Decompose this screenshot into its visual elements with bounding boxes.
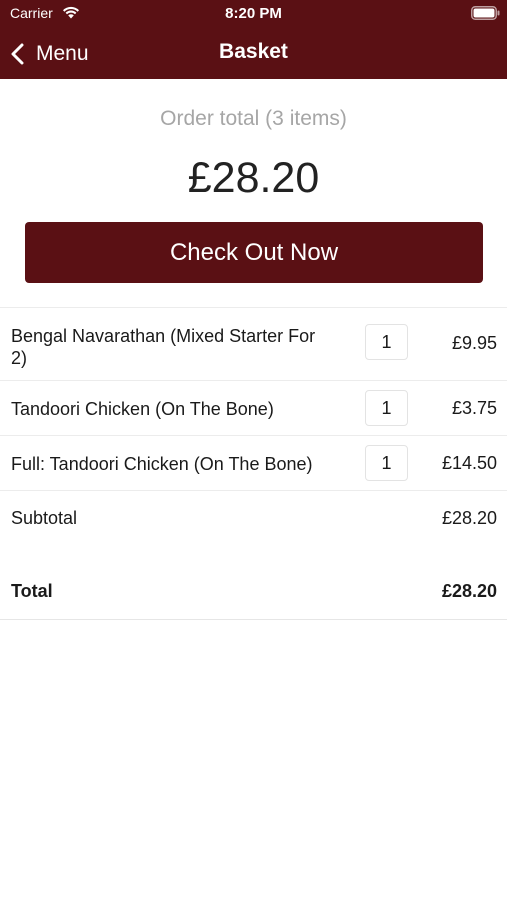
order-total-label: Order total (3 items)	[160, 107, 347, 130]
basket-item: Bengal Navarathan (Mixed Starter For 2) …	[0, 308, 507, 381]
subtotal-value: £28.20	[441, 508, 497, 528]
status-time: 8:20 PM	[225, 5, 282, 22]
total-value: £28.20	[441, 581, 497, 601]
totals-section: Subtotal £28.20 Total £28.20	[0, 490, 507, 620]
basket-item: Tandoori Chicken (On The Bone) 1 £3.75	[0, 381, 507, 436]
battery-icon	[471, 6, 500, 20]
quantity-field[interactable]: 1	[365, 324, 408, 360]
item-price: £3.75	[451, 398, 497, 418]
status-bar: Carrier 8:20 PM	[0, 0, 507, 28]
basket-item: Full: Tandoori Chicken (On The Bone) 1 £…	[0, 436, 507, 491]
item-price: £9.95	[451, 333, 497, 353]
total-label: Total	[11, 581, 53, 601]
header: Carrier 8:20 PM Menu Basket	[0, 0, 507, 79]
item-price: £14.50	[441, 453, 497, 473]
quantity-field[interactable]: 1	[365, 390, 408, 426]
check-out-button[interactable]: Check Out Now	[25, 222, 483, 283]
item-name: Bengal Navarathan (Mixed Starter For 2)	[11, 326, 316, 368]
order-total-amount: £28.20	[187, 154, 320, 202]
basket-item-list: Bengal Navarathan (Mixed Starter For 2) …	[0, 307, 507, 491]
item-name: Full: Tandoori Chicken (On The Bone)	[11, 454, 313, 474]
item-name: Tandoori Chicken (On The Bone)	[11, 399, 274, 419]
quantity-field[interactable]: 1	[365, 445, 408, 481]
nav-bar: Menu Basket	[0, 28, 507, 79]
page-title: Basket	[219, 40, 288, 63]
subtotal-label: Subtotal	[11, 508, 78, 528]
